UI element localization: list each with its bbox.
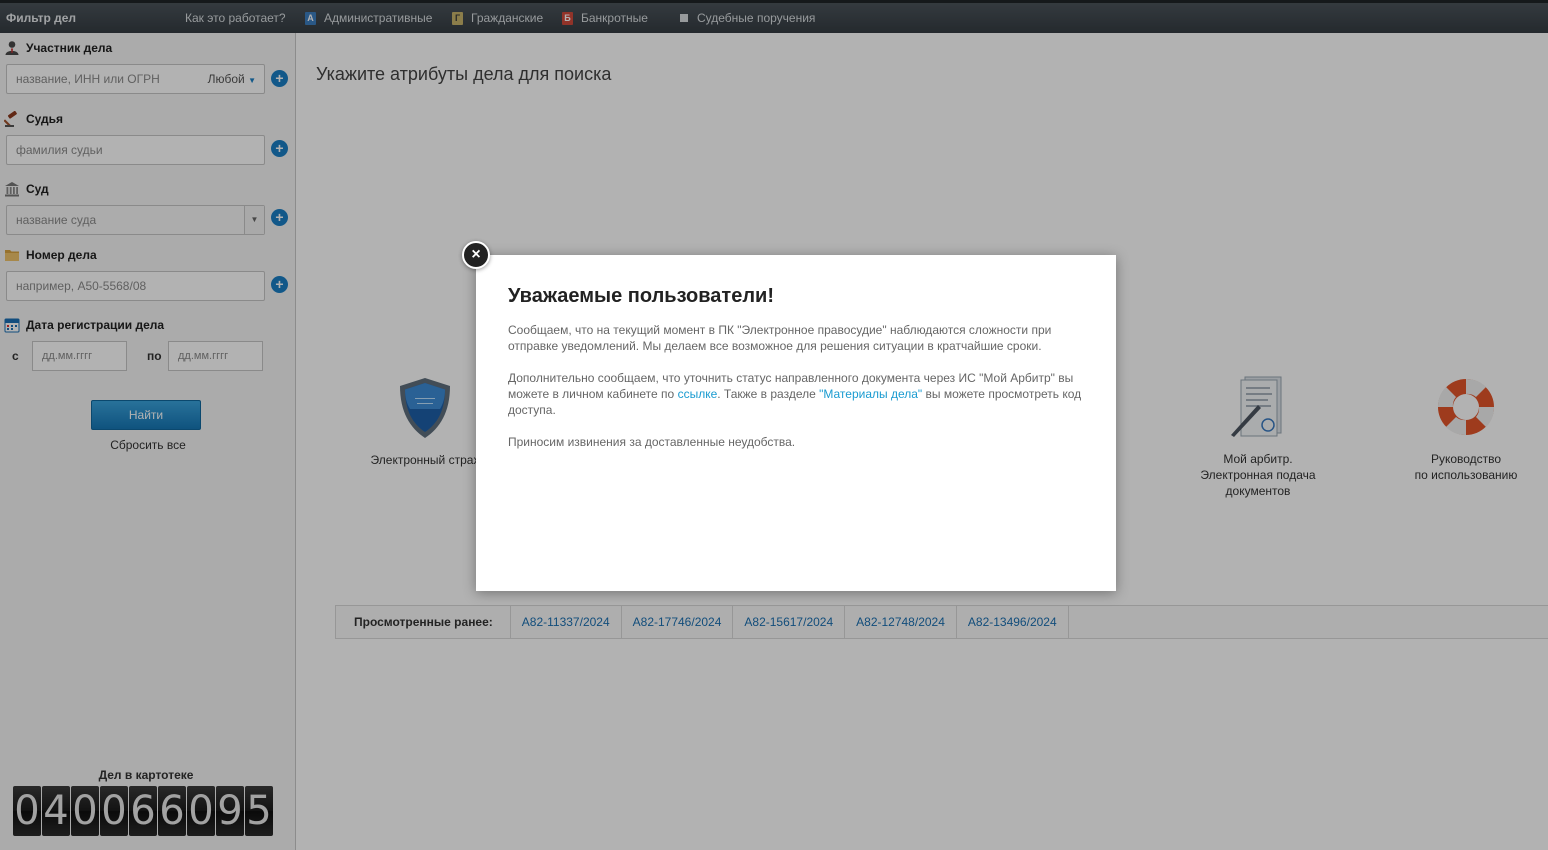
modal-close-button[interactable]: × xyxy=(462,241,490,269)
case-materials-link[interactable]: "Материалы дела" xyxy=(819,387,922,401)
modal-paragraph-1: Сообщаем, что на текущий момент в ПК "Эл… xyxy=(508,323,1052,353)
announcement-modal: Уважаемые пользователи! Сообщаем, что на… xyxy=(476,255,1116,591)
modal-paragraph-3: Приносим извинения за доставленные неудо… xyxy=(508,435,796,449)
modal-paragraph-2: Дополнительно сообщаем, что уточнить ста… xyxy=(508,371,1082,417)
modal-title: Уважаемые пользователи! xyxy=(508,285,774,307)
cabinet-link[interactable]: ссылке xyxy=(678,387,718,401)
